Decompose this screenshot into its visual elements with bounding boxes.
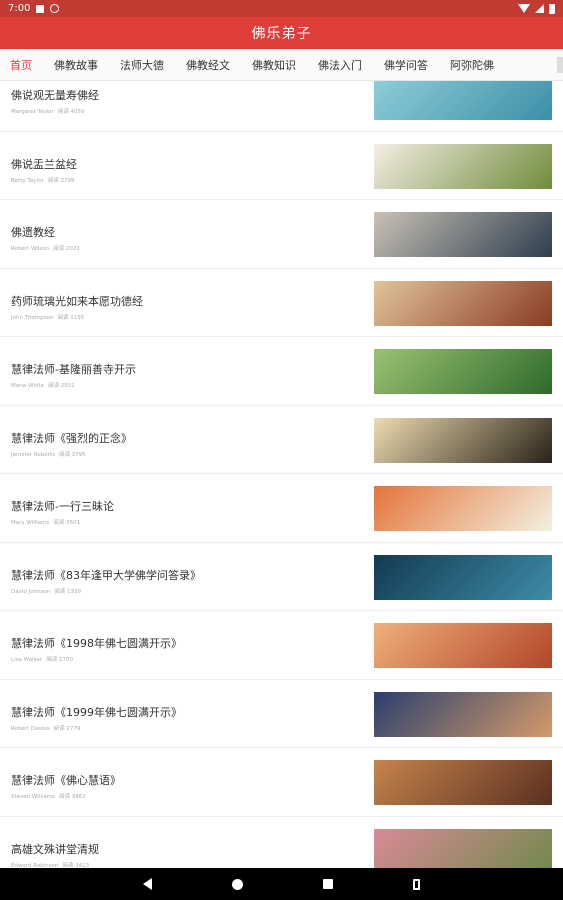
item-thumbnail xyxy=(374,143,552,189)
list-item[interactable]: 慧律法师《1998年佛七圆满开示》 Lisa Walker 阅读 1700 xyxy=(0,611,563,680)
item-author: Lisa Walker xyxy=(11,657,43,663)
item-author: Margaret Taylor xyxy=(11,109,54,115)
item-meta: Maria White 阅读 2551 xyxy=(11,381,79,389)
item-author: David Johnson xyxy=(11,588,51,595)
tabs-overflow-indicator xyxy=(557,57,563,73)
item-reads: 阅读 3795 xyxy=(58,451,86,458)
tab-sutras[interactable]: 佛教经文 xyxy=(186,57,230,73)
item-author: Mary Williams xyxy=(11,520,50,526)
item-reads: 阅读 4059 xyxy=(57,109,85,115)
item-thumbnail xyxy=(374,212,552,257)
item-meta: David Johnson 阅读 1339 xyxy=(11,587,85,595)
item-title: 慧律法师《83年逢甲大学佛学问答录》 xyxy=(11,568,201,582)
item-thumbnail xyxy=(374,760,552,805)
item-title: 慧律法师《佛心慧语》 xyxy=(11,774,121,787)
sd-card-icon xyxy=(36,4,45,13)
item-reads: 阅读 1700 xyxy=(46,657,73,663)
item-title: 慧律法师-基隆丽善寺开示 xyxy=(11,363,136,376)
tab-qa[interactable]: 佛学问答 xyxy=(384,57,428,73)
item-author: John Thompson xyxy=(11,314,54,321)
item-meta: Margaret Taylor 阅读 4059 xyxy=(11,107,89,115)
item-reads: 阅读 2799 xyxy=(47,177,75,184)
item-title: 佛说盂兰盆经 xyxy=(11,157,77,171)
status-time: 7:00 xyxy=(8,3,31,14)
tab-home[interactable]: 首页 xyxy=(10,57,32,73)
article-list[interactable]: 佛说观无量寿佛经 Margaret Taylor 阅读 4059 佛说盂兰盆经 Bett… xyxy=(0,81,563,884)
item-title: 佛说观无量寿佛经 xyxy=(11,89,99,102)
item-reads: 阅读 1195 xyxy=(57,314,85,321)
item-title: 慧律法师《1999年佛七圆满开示》 xyxy=(11,705,182,719)
item-meta: Jennifer Roberts 阅读 3795 xyxy=(11,450,90,458)
item-author: Steven Williams xyxy=(11,794,55,800)
tab-masters[interactable]: 法师大德 xyxy=(120,57,164,73)
recent-apps-icon[interactable] xyxy=(323,879,333,889)
list-item[interactable]: 佛遗教经 Robert Wilson 阅读 2021 xyxy=(0,200,563,269)
item-thumbnail xyxy=(374,280,552,326)
item-thumbnail xyxy=(374,486,552,531)
item-reads: 阅读 2021 xyxy=(53,246,80,252)
item-meta: Steven Williams 阅读 3862 xyxy=(11,792,90,800)
item-title: 佛遗教经 xyxy=(11,226,55,239)
list-item[interactable]: 慧律法师《佛心慧语》 Steven Williams 阅读 3862 xyxy=(0,748,563,817)
item-thumbnail xyxy=(374,81,552,120)
item-title: 慧律法师-一行三昧论 xyxy=(11,500,114,513)
item-title: 慧律法师《1998年佛七圆满开示》 xyxy=(11,637,182,650)
app-bar: 佛乐弟子 xyxy=(0,17,563,49)
item-thumbnail xyxy=(374,349,552,394)
battery-icon xyxy=(549,3,555,14)
tab-amitabha[interactable]: 阿弥陀佛 xyxy=(450,57,494,73)
item-author: Robert Davies xyxy=(11,725,50,732)
list-item[interactable]: 慧律法师-一行三昧论 Mary Williams 阅读 3501 xyxy=(0,474,563,543)
item-title: 高雄文殊讲堂清规 xyxy=(11,842,99,856)
item-author: Betty Taylor xyxy=(11,177,44,184)
item-thumbnail xyxy=(374,828,552,874)
tab-buddhist-stories[interactable]: 佛教故事 xyxy=(54,57,98,73)
item-meta: Robert Davies 阅读 2779 xyxy=(11,724,84,732)
item-title: 慧律法师《强烈的正念》 xyxy=(11,431,132,445)
tab-intro[interactable]: 佛法入门 xyxy=(318,57,362,73)
item-title: 药师琉璃光如来本愿功德经 xyxy=(11,294,143,308)
item-author: Robert Wilson xyxy=(11,246,50,252)
list-item[interactable]: 慧律法师-基隆丽善寺开示 Maria White 阅读 2551 xyxy=(0,337,563,406)
item-meta: Robert Wilson 阅读 2021 xyxy=(11,244,84,252)
wifi-icon xyxy=(518,4,530,13)
item-meta: Betty Taylor 阅读 2799 xyxy=(11,176,78,184)
back-icon[interactable] xyxy=(143,878,152,890)
status-bar: 7:00 xyxy=(0,0,563,17)
navigation-bar xyxy=(0,868,563,900)
item-thumbnail xyxy=(374,691,552,737)
list-item[interactable]: 慧律法师《强烈的正念》 Jennifer Roberts 阅读 3795 xyxy=(0,406,563,474)
item-meta: Mary Williams 阅读 3501 xyxy=(11,518,84,526)
do-not-disturb-icon xyxy=(50,4,60,13)
item-thumbnail xyxy=(374,623,552,668)
item-author: Maria White xyxy=(11,383,45,389)
item-reads: 阅读 2779 xyxy=(53,725,81,732)
list-item[interactable]: 佛说观无量寿佛经 Margaret Taylor 阅读 4059 xyxy=(0,81,563,132)
item-reads: 阅读 3501 xyxy=(53,520,81,526)
item-meta: Lisa Walker 阅读 1700 xyxy=(11,655,77,663)
item-reads: 阅读 3862 xyxy=(58,794,86,800)
category-tabs: 首页 佛教故事 法师大德 佛教经文 佛教知识 佛法入门 佛学问答 阿弥陀佛 xyxy=(0,49,563,81)
tab-knowledge[interactable]: 佛教知识 xyxy=(252,57,296,73)
home-icon[interactable] xyxy=(232,878,243,890)
item-thumbnail xyxy=(374,417,552,463)
list-item[interactable]: 慧律法师《83年逢甲大学佛学问答录》 David Johnson 阅读 1339 xyxy=(0,543,563,611)
list-item[interactable]: 慧律法师《1999年佛七圆满开示》 Robert Davies 阅读 2779 xyxy=(0,680,563,748)
list-item[interactable]: 药师琉璃光如来本愿功德经 John Thompson 阅读 1195 xyxy=(0,269,563,337)
rotate-icon[interactable] xyxy=(413,878,420,890)
item-meta: John Thompson 阅读 1195 xyxy=(11,313,88,321)
item-author: Jennifer Roberts xyxy=(11,451,55,458)
app-title: 佛乐弟子 xyxy=(251,26,312,42)
list-item[interactable]: 佛说盂兰盆经 Betty Taylor 阅读 2799 xyxy=(0,132,563,200)
item-reads: 阅读 1339 xyxy=(54,588,82,595)
signal-icon xyxy=(535,4,544,13)
item-thumbnail xyxy=(374,554,552,600)
item-reads: 阅读 2551 xyxy=(48,383,75,389)
